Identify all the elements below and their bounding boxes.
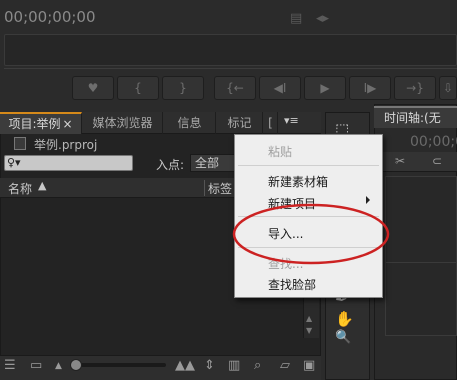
play-button[interactable]: ▶ bbox=[304, 76, 346, 100]
zoom-tool-icon[interactable]: 🔍 bbox=[335, 330, 351, 345]
menu-item-find-faces[interactable]: 查找脸部 bbox=[268, 276, 316, 293]
in-point-label: 入点: bbox=[156, 158, 185, 172]
tab-markers[interactable]: 标记 bbox=[217, 112, 263, 134]
linked-selection-icon[interactable]: ⊂ bbox=[432, 154, 442, 168]
menu-separator bbox=[238, 165, 379, 166]
new-item-icon[interactable]: ▣ bbox=[303, 358, 315, 373]
icon-view-icon[interactable]: ▭ bbox=[30, 358, 42, 373]
automate-to-sequence-icon[interactable]: ▥ bbox=[228, 358, 240, 373]
step-forward-button[interactable]: I▶ bbox=[349, 76, 391, 100]
step-back-button[interactable]: ◀I bbox=[259, 76, 301, 100]
zoom-slider[interactable] bbox=[76, 363, 166, 367]
highlight-ellipse bbox=[232, 203, 390, 265]
menu-item-new-bin[interactable]: 新建素材箱 bbox=[268, 173, 328, 190]
highlight-ellipse-shape bbox=[232, 203, 390, 265]
time-ruler[interactable] bbox=[4, 34, 457, 66]
scroll-down-icon[interactable]: ▼ bbox=[306, 326, 312, 335]
tab-project-label: 项目:举例 bbox=[8, 117, 61, 131]
close-icon[interactable]: × bbox=[62, 117, 72, 131]
hand-tool-icon[interactable]: ✋ bbox=[335, 310, 354, 328]
project-filename: 举例.prproj bbox=[34, 138, 98, 152]
timeline-tracks[interactable] bbox=[385, 176, 457, 336]
find-icon[interactable]: ⌕ bbox=[254, 358, 261, 373]
zoom-slider-handle[interactable] bbox=[70, 359, 82, 371]
film-icon[interactable]: ▤ bbox=[290, 11, 302, 26]
tab-media-browser[interactable]: 媒体浏览器 bbox=[83, 112, 163, 134]
zoom-out-icon[interactable]: ▲ bbox=[55, 361, 62, 371]
insert-button[interactable]: ⇩ bbox=[439, 76, 457, 100]
sort-ascending-icon[interactable]: ▲ bbox=[38, 179, 46, 192]
marker-button[interactable]: ♥ bbox=[72, 76, 114, 100]
tab-info[interactable]: 信息 bbox=[164, 112, 216, 134]
out-point-button[interactable]: } bbox=[162, 76, 204, 100]
scroll-up-icon[interactable]: ▲ bbox=[306, 314, 312, 323]
column-name[interactable]: 名称 bbox=[8, 180, 32, 197]
timeline-header bbox=[378, 152, 457, 172]
ruler-divider bbox=[4, 68, 457, 69]
timeline-timecode[interactable]: 00;00;0 bbox=[410, 134, 457, 150]
tab-overflow[interactable]: [ bbox=[264, 112, 278, 134]
project-file-icon bbox=[14, 137, 26, 150]
list-view-icon[interactable]: ☰ bbox=[4, 358, 16, 373]
in-point-button[interactable]: { bbox=[117, 76, 159, 100]
go-to-in-button[interactable]: {← bbox=[214, 76, 256, 100]
marker-icon[interactable]: ◂▸ bbox=[316, 11, 329, 26]
snap-icon[interactable]: ✂ bbox=[395, 154, 405, 168]
column-label[interactable]: 标签 bbox=[208, 180, 232, 197]
source-timecode[interactable]: 00;00;00;00 bbox=[4, 8, 96, 26]
go-to-out-button[interactable]: →} bbox=[394, 76, 436, 100]
tab-timeline[interactable]: 时间轴:(无 bbox=[374, 106, 457, 128]
sort-icons-icon[interactable]: ⇕ bbox=[204, 358, 215, 373]
track-divider bbox=[385, 262, 457, 263]
tab-project[interactable]: 项目:举例 × bbox=[0, 112, 82, 134]
project-bottom-bar bbox=[0, 355, 321, 380]
search-icon[interactable]: ♀▾ bbox=[7, 156, 21, 169]
zoom-in-icon[interactable]: ▲▲ bbox=[175, 358, 195, 373]
column-divider[interactable] bbox=[204, 180, 205, 196]
new-bin-icon[interactable]: ▱ bbox=[280, 358, 290, 373]
search-input[interactable] bbox=[4, 155, 133, 171]
menu-item-paste[interactable]: 粘贴 bbox=[268, 143, 292, 160]
panel-menu-icon[interactable]: ▾≡ bbox=[284, 114, 299, 127]
